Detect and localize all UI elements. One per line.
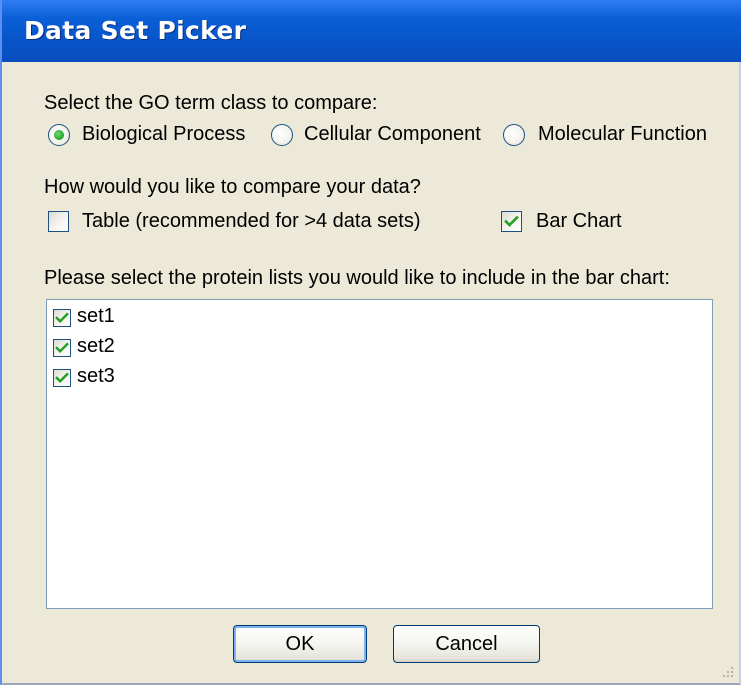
cancel-button[interactable]: Cancel	[393, 625, 540, 663]
window-title: Data Set Picker	[24, 16, 247, 45]
resize-grip-icon[interactable]	[721, 665, 735, 679]
set3-label[interactable]: set3	[77, 365, 115, 388]
dialog-window: Data Set Picker Select the GO term class…	[0, 0, 741, 685]
set3-checkbox[interactable]	[53, 369, 71, 387]
checkmark-icon	[504, 215, 519, 227]
table-checkbox[interactable]	[48, 211, 69, 232]
bar-chart-checkbox-label[interactable]: Bar Chart	[536, 210, 622, 233]
set2-checkbox[interactable]	[53, 339, 71, 357]
set1-label[interactable]: set1	[77, 305, 115, 328]
checkmark-icon	[55, 342, 69, 353]
radio-molecular-function-label[interactable]: Molecular Function	[538, 123, 707, 146]
checkmark-icon	[55, 372, 69, 383]
title-bar[interactable]: Data Set Picker	[2, 0, 741, 62]
radio-cellular-component-label[interactable]: Cellular Component	[304, 123, 481, 146]
set2-label[interactable]: set2	[77, 335, 115, 358]
radio-biological-process-label[interactable]: Biological Process	[82, 123, 245, 146]
compare-prompt: How would you like to compare your data?	[44, 176, 421, 198]
protein-lists-prompt: Please select the protein lists you woul…	[44, 267, 670, 289]
protein-list-box[interactable]: set1 set2 set3	[46, 299, 713, 609]
go-class-prompt: Select the GO term class to compare:	[44, 92, 378, 114]
ok-button[interactable]: OK	[233, 625, 367, 663]
radio-cellular-component-indicator[interactable]	[271, 124, 293, 146]
table-checkbox-label[interactable]: Table (recommended for >4 data sets)	[82, 210, 421, 233]
set1-checkbox[interactable]	[53, 309, 71, 327]
checkmark-icon	[55, 312, 69, 323]
bar-chart-checkbox[interactable]	[501, 211, 522, 232]
radio-molecular-function-indicator[interactable]	[503, 124, 525, 146]
radio-biological-process-indicator[interactable]	[48, 124, 70, 146]
